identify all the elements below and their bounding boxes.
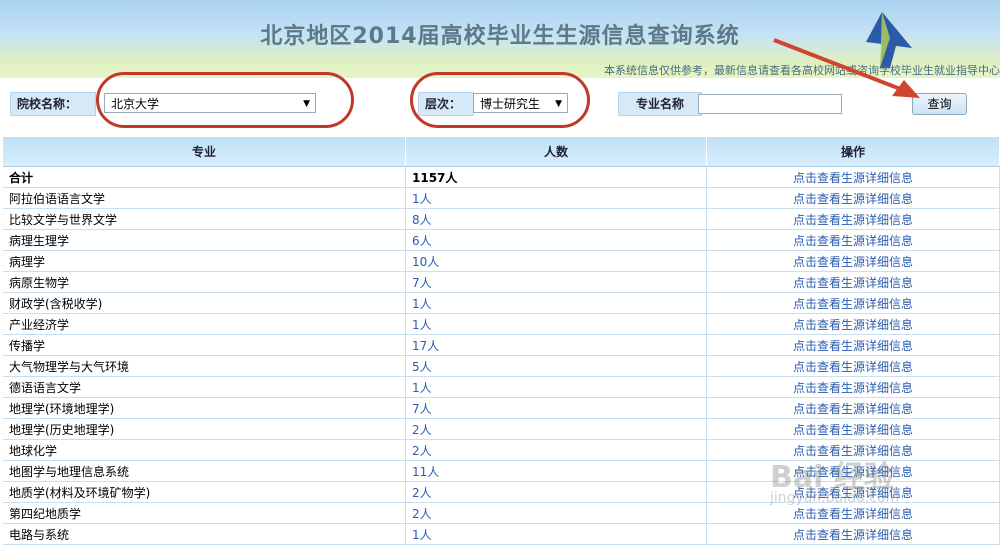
table-row: 病理生理学 6人 点击查看生源详细信息 <box>3 229 1000 251</box>
table-row: 比较文学与世界文学 8人 点击查看生源详细信息 <box>3 208 1000 230</box>
cell-major: 电路与系统 <box>3 523 406 545</box>
table-row: 大气物理学与大气环境 5人 点击查看生源详细信息 <box>3 355 1000 377</box>
detail-link[interactable]: 点击查看生源详细信息 <box>706 250 1000 272</box>
watermark-url: jingyan.baidu.com <box>770 490 900 506</box>
detail-link[interactable]: 点击查看生源详细信息 <box>706 334 1000 356</box>
table-row: 地理学(历史地理学) 2人 点击查看生源详细信息 <box>3 418 1000 440</box>
major-label: 专业名称 <box>618 92 702 116</box>
cell-major: 传播学 <box>3 334 406 356</box>
cell-major: 德语语言文学 <box>3 376 406 398</box>
cell-major: 阿拉伯语语言文学 <box>3 187 406 209</box>
cell-count: 1人 <box>405 523 707 545</box>
highlight-oval <box>410 72 590 128</box>
detail-link[interactable]: 点击查看生源详细信息 <box>706 355 1000 377</box>
table-row: 病理学 10人 点击查看生源详细信息 <box>3 250 1000 272</box>
page-header: 北京地区2014届高校毕业生生源信息查询系统 本系统信息仅供参考，最新信息请查看… <box>0 0 1000 78</box>
table-row: 德语语言文学 1人 点击查看生源详细信息 <box>3 376 1000 398</box>
cell-major: 地理学(历史地理学) <box>3 418 406 440</box>
detail-link[interactable]: 点击查看生源详细信息 <box>706 229 1000 251</box>
cell-count: 8人 <box>405 208 707 230</box>
cell-count: 1人 <box>405 376 707 398</box>
detail-link[interactable]: 点击查看生源详细信息 <box>706 292 1000 314</box>
school-label: 院校名称： <box>10 92 96 116</box>
cell-count: 6人 <box>405 229 707 251</box>
major-input[interactable] <box>698 94 842 114</box>
cell-count: 1人 <box>405 292 707 314</box>
detail-link[interactable]: 点击查看生源详细信息 <box>706 418 1000 440</box>
header-count: 人数 <box>405 137 707 167</box>
table-row: 产业经济学 1人 点击查看生源详细信息 <box>3 313 1000 335</box>
detail-link[interactable]: 点击查看生源详细信息 <box>706 208 1000 230</box>
cell-count: 2人 <box>405 481 707 503</box>
detail-link[interactable]: 点击查看生源详细信息 <box>706 271 1000 293</box>
table-row: 病原生物学 7人 点击查看生源详细信息 <box>3 271 1000 293</box>
cell-count: 5人 <box>405 355 707 377</box>
notice-text: 本系统信息仅供参考，最新信息请查看各高校网站或咨询学校毕业生就业指导中心 <box>604 64 1000 77</box>
detail-link[interactable]: 点击查看生源详细信息 <box>706 523 1000 545</box>
page-title: 北京地区2014届高校毕业生生源信息查询系统 <box>260 24 740 49</box>
header-major: 专业 <box>3 137 406 167</box>
detail-link[interactable]: 点击查看生源详细信息 <box>706 166 1000 188</box>
cell-major: 比较文学与世界文学 <box>3 208 406 230</box>
cell-major: 病理学 <box>3 250 406 272</box>
cell-count: 2人 <box>405 502 707 524</box>
table-row: 传播学 17人 点击查看生源详细信息 <box>3 334 1000 356</box>
cell-major: 地质学(材料及环境矿物学) <box>3 481 406 503</box>
cell-major: 第四纪地质学 <box>3 502 406 524</box>
detail-link[interactable]: 点击查看生源详细信息 <box>706 187 1000 209</box>
cell-count: 1人 <box>405 313 707 335</box>
cell-major: 病原生物学 <box>3 271 406 293</box>
table-header-row: 专业 人数 操作 <box>3 137 1000 167</box>
cell-major: 地图学与地理信息系统 <box>3 460 406 482</box>
cell-major: 合计 <box>3 166 406 188</box>
highlight-oval <box>96 72 354 128</box>
table-row: 合计 1157人 点击查看生源详细信息 <box>3 166 1000 188</box>
cell-count: 1人 <box>405 187 707 209</box>
table-row: 电路与系统 1人 点击查看生源详细信息 <box>3 523 1000 545</box>
cell-major: 病理生理学 <box>3 229 406 251</box>
cell-count: 2人 <box>405 439 707 461</box>
cell-count: 7人 <box>405 271 707 293</box>
header-action: 操作 <box>706 137 1000 167</box>
cell-major: 地理学(环境地理学) <box>3 397 406 419</box>
cell-count: 17人 <box>405 334 707 356</box>
cell-major: 产业经济学 <box>3 313 406 335</box>
cell-count: 10人 <box>405 250 707 272</box>
table-row: 财政学(含税收学) 1人 点击查看生源详细信息 <box>3 292 1000 314</box>
cell-count: 7人 <box>405 397 707 419</box>
cell-major: 大气物理学与大气环境 <box>3 355 406 377</box>
cell-major: 地球化学 <box>3 439 406 461</box>
table-row: 阿拉伯语语言文学 1人 点击查看生源详细信息 <box>3 187 1000 209</box>
cell-count: 1157人 <box>405 166 707 188</box>
cell-count: 2人 <box>405 418 707 440</box>
cell-major: 财政学(含税收学) <box>3 292 406 314</box>
query-button[interactable]: 查询 <box>912 93 967 115</box>
detail-link[interactable]: 点击查看生源详细信息 <box>706 313 1000 335</box>
cell-count: 11人 <box>405 460 707 482</box>
detail-link[interactable]: 点击查看生源详细信息 <box>706 397 1000 419</box>
detail-link[interactable]: 点击查看生源详细信息 <box>706 376 1000 398</box>
table-row: 地理学(环境地理学) 7人 点击查看生源详细信息 <box>3 397 1000 419</box>
